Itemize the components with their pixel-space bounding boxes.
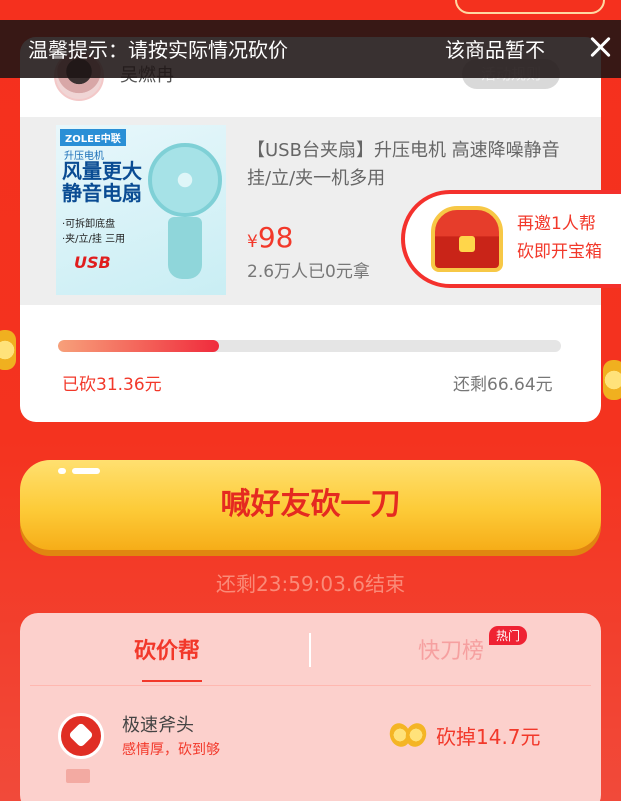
right-coin-icon — [603, 360, 621, 400]
left-coin-icon — [0, 330, 16, 370]
tab-bargain-helpers[interactable]: 砍价帮 — [134, 633, 200, 665]
bargain-progress-bar — [58, 340, 561, 352]
cut-amount-text: 已砍31.36元 — [62, 375, 162, 395]
notice-text: 温馨提示：请按实际情况砍价 — [28, 38, 288, 62]
currency-symbol: ¥ — [247, 232, 258, 252]
product-price: ¥98 — [247, 221, 293, 254]
invite-friend-button[interactable]: 喊好友砍一刀 — [20, 460, 601, 550]
invite-friend-label: 喊好友砍一刀 — [220, 487, 401, 522]
price-value: 98 — [257, 221, 294, 254]
divider — [30, 685, 591, 686]
close-icon[interactable] — [586, 32, 616, 62]
button-gloss — [72, 468, 100, 474]
tab-fast-knife-ranking[interactable]: 快刀榜 — [418, 633, 484, 665]
countdown-timer: 还剩23:59:03.6结束 — [216, 572, 405, 596]
remaining-amount-text: 还剩66.64元 — [453, 375, 553, 395]
fan-icon — [148, 143, 222, 217]
coins-icon — [386, 720, 430, 750]
next-row-avatar — [66, 769, 90, 783]
sold-count: 2.6万人已0元拿 — [247, 262, 370, 282]
brand-label: ZOLEE中联 — [60, 129, 126, 146]
top-pill — [455, 0, 605, 14]
product-image[interactable]: ZOLEE中联 升压电机 风量更大静音电扇 ·可拆卸底盘 ·夹/立/挂 三用 U… — [56, 125, 226, 295]
hot-badge: 热门 — [489, 626, 528, 645]
helper-name: 极速斧头 — [122, 715, 194, 736]
product-title: 【USB台夹扇】升压电机 高速降噪静音 挂/立/夹一机多用 — [247, 140, 560, 189]
helper-message: 感情厚，砍到够 — [122, 742, 220, 758]
helpers-panel: 砍价帮 快刀榜 热门 极速斧头 感情厚，砍到够 砍掉14.7元 — [20, 613, 601, 801]
fan-stand-icon — [168, 217, 202, 279]
chest-text-line: 再邀1人帮 — [517, 214, 596, 234]
app-logo-avatar — [58, 713, 104, 759]
usb-label: USB — [74, 253, 111, 272]
image-headline: 风量更大静音电扇 — [62, 159, 142, 205]
progress-fill — [58, 340, 219, 352]
chest-text-line: 砍即开宝箱 — [517, 242, 602, 262]
button-gloss — [58, 468, 66, 474]
chest-text: 再邀1人帮 砍即开宝箱 — [517, 210, 602, 266]
notice-text-right: 该商品暂不 — [445, 38, 545, 62]
image-feature: ·可拆卸底盘 — [62, 219, 116, 230]
image-feature: ·夹/立/挂 三用 — [62, 234, 126, 245]
active-tab-underline — [142, 680, 202, 682]
treasure-chest-bubble[interactable]: 再邀1人帮 砍即开宝箱 — [401, 190, 621, 288]
helper-cut-amount: 砍掉14.7元 — [436, 725, 541, 749]
tab-divider — [309, 633, 311, 667]
notice-bar: 温馨提示：请按实际情况砍价 该商品暂不 — [0, 20, 621, 78]
treasure-chest-icon — [431, 206, 503, 272]
